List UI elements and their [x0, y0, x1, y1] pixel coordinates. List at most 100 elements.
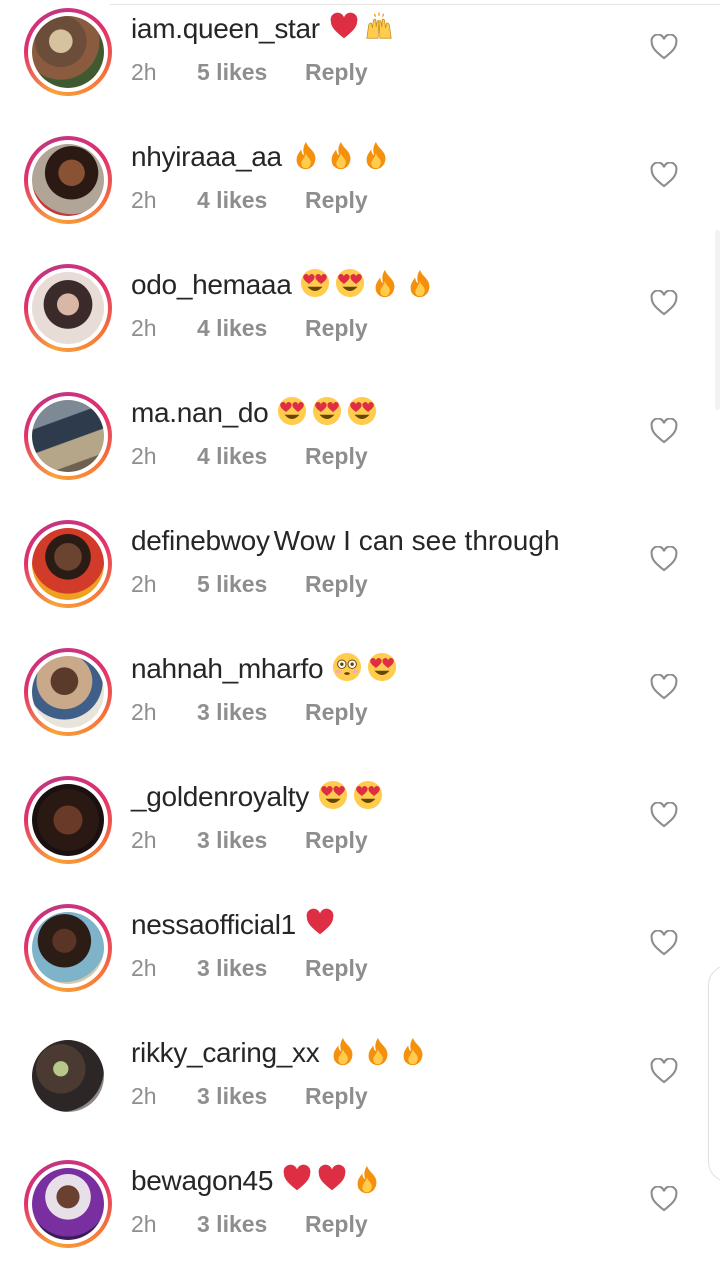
comment-time: 2h [131, 699, 157, 725]
comment-username[interactable]: bewagon45 [131, 1165, 273, 1196]
emoji-group [300, 908, 335, 940]
comment-time: 2h [131, 59, 157, 85]
like-heart-icon[interactable] [650, 162, 678, 188]
fire-emoji-icon [404, 1037, 423, 1066]
reply-button[interactable]: Reply [305, 953, 368, 983]
comment-username[interactable]: nessaofficial1 [131, 909, 296, 940]
comment-likes[interactable]: 3 likes [197, 1209, 305, 1239]
raised-hands-emoji-icon [366, 12, 392, 39]
like-heart-icon[interactable] [650, 546, 678, 572]
avatar[interactable] [24, 136, 112, 224]
reply-button[interactable]: Reply [305, 313, 368, 343]
comment-line: iam.queen_star [131, 12, 394, 46]
comment-username[interactable]: iam.queen_star [131, 13, 320, 44]
avatar[interactable] [32, 1040, 104, 1112]
fire-emoji-icon [376, 269, 395, 298]
comment-meta: 2h 3 likes Reply [131, 1209, 368, 1239]
avatar[interactable] [24, 1160, 112, 1248]
emoji-group [327, 652, 397, 684]
comment-username[interactable]: nhyiraaa_aa [131, 141, 282, 172]
like-heart-icon[interactable] [650, 34, 678, 60]
comment-line: _goldenroyalty [131, 780, 383, 814]
comment-time: 2h [131, 1083, 157, 1109]
heart-emoji-icon [318, 1164, 346, 1191]
like-heart-icon[interactable] [650, 418, 678, 444]
like-heart-icon[interactable] [650, 290, 678, 316]
comment-username[interactable]: odo_hemaaa [131, 269, 292, 300]
like-heart-icon[interactable] [650, 1058, 678, 1084]
like-heart-icon[interactable] [650, 930, 678, 956]
comment-username[interactable]: definebwoy [131, 525, 270, 556]
fire-emoji-icon [369, 1037, 388, 1066]
comment-row: nahnah_mharfo 2h 3 likes Reply [0, 640, 720, 768]
comment-meta: 2h 3 likes Reply [131, 953, 368, 983]
comment-meta: 2h 5 likes Reply [131, 569, 368, 599]
reply-button[interactable]: Reply [305, 441, 368, 471]
avatar[interactable] [24, 392, 112, 480]
avatar[interactable] [24, 776, 112, 864]
fire-emoji-icon [357, 1165, 377, 1194]
comment-row: rikky_caring_xx 2h 3 likes Reply [0, 1024, 720, 1152]
heart-eyes-emoji-icon [301, 268, 330, 298]
reply-button[interactable]: Reply [305, 185, 368, 215]
avatar[interactable] [24, 904, 112, 992]
comment-time: 2h [131, 187, 157, 213]
reply-button[interactable]: Reply [305, 1209, 368, 1239]
avatar[interactable] [24, 264, 112, 352]
comment-line: bewagon45 [131, 1164, 382, 1198]
comment-row: _goldenroyalty 2h 3 likes Reply [0, 768, 720, 896]
like-heart-icon[interactable] [650, 1186, 678, 1212]
comment-meta: 2h 4 likes Reply [131, 441, 368, 471]
like-heart-icon[interactable] [650, 674, 678, 700]
comment-meta: 2h 3 likes Reply [131, 697, 368, 727]
comment-likes[interactable]: 5 likes [197, 569, 305, 599]
comment-meta: 2h 4 likes Reply [131, 185, 368, 215]
comment-line: nessaofficial1 [131, 908, 335, 942]
comment-likes[interactable]: 3 likes [197, 697, 305, 727]
comment-row: nessaofficial1 2h 3 likes Reply [0, 896, 720, 1024]
heart-eyes-emoji-icon [313, 396, 342, 426]
emoji-group [324, 12, 394, 44]
comment-row: definebwoy Wow I can see through 2h 5 like… [0, 512, 720, 640]
heart-emoji-icon [330, 12, 358, 39]
comment-likes[interactable]: 4 likes [197, 441, 305, 471]
comment-line: rikky_caring_xx [131, 1036, 428, 1070]
like-heart-icon[interactable] [650, 802, 678, 828]
comment-likes[interactable]: 3 likes [197, 1081, 305, 1111]
comment-line: ma.nan_do [131, 396, 377, 430]
comment-likes[interactable]: 3 likes [197, 825, 305, 855]
emoji-group [272, 396, 377, 428]
fire-emoji-icon [411, 269, 430, 298]
avatar[interactable] [24, 648, 112, 736]
fire-emoji-icon [334, 1037, 353, 1066]
heart-eyes-emoji-icon [318, 780, 347, 810]
comment-username[interactable]: _goldenroyalty [131, 781, 309, 812]
comment-likes[interactable]: 3 likes [197, 953, 305, 983]
comment-username[interactable]: ma.nan_do [131, 397, 269, 428]
reply-button[interactable]: Reply [305, 1081, 368, 1111]
emoji-group [286, 141, 391, 172]
heart-eyes-emoji-icon [336, 268, 365, 298]
reply-button[interactable]: Reply [305, 825, 368, 855]
avatar[interactable] [24, 8, 112, 96]
heart-eyes-emoji-icon [348, 396, 377, 426]
heart-eyes-emoji-icon [368, 652, 397, 682]
comment-line: odo_hemaaa [131, 268, 435, 302]
reply-button[interactable]: Reply [305, 569, 368, 599]
comment-row: bewagon45 2h 3 likes Reply [0, 1152, 720, 1280]
comment-time: 2h [131, 443, 157, 469]
comment-line: nahnah_mharfo [131, 652, 397, 686]
comment-meta: 2h 5 likes Reply [131, 57, 368, 87]
comment-row: nhyiraaa_aa 2h 4 likes Reply [0, 128, 720, 256]
comment-likes[interactable]: 4 likes [197, 185, 305, 215]
comment-username[interactable]: nahnah_mharfo [131, 653, 324, 684]
comment-likes[interactable]: 5 likes [197, 57, 305, 87]
comment-meta: 2h 3 likes Reply [131, 825, 368, 855]
comment-username[interactable]: rikky_caring_xx [131, 1037, 320, 1068]
comment-time: 2h [131, 315, 157, 341]
reply-button[interactable]: Reply [305, 697, 368, 727]
reply-button[interactable]: Reply [305, 57, 368, 87]
comment-time: 2h [131, 827, 157, 853]
avatar[interactable] [24, 520, 112, 608]
comment-likes[interactable]: 4 likes [197, 313, 305, 343]
